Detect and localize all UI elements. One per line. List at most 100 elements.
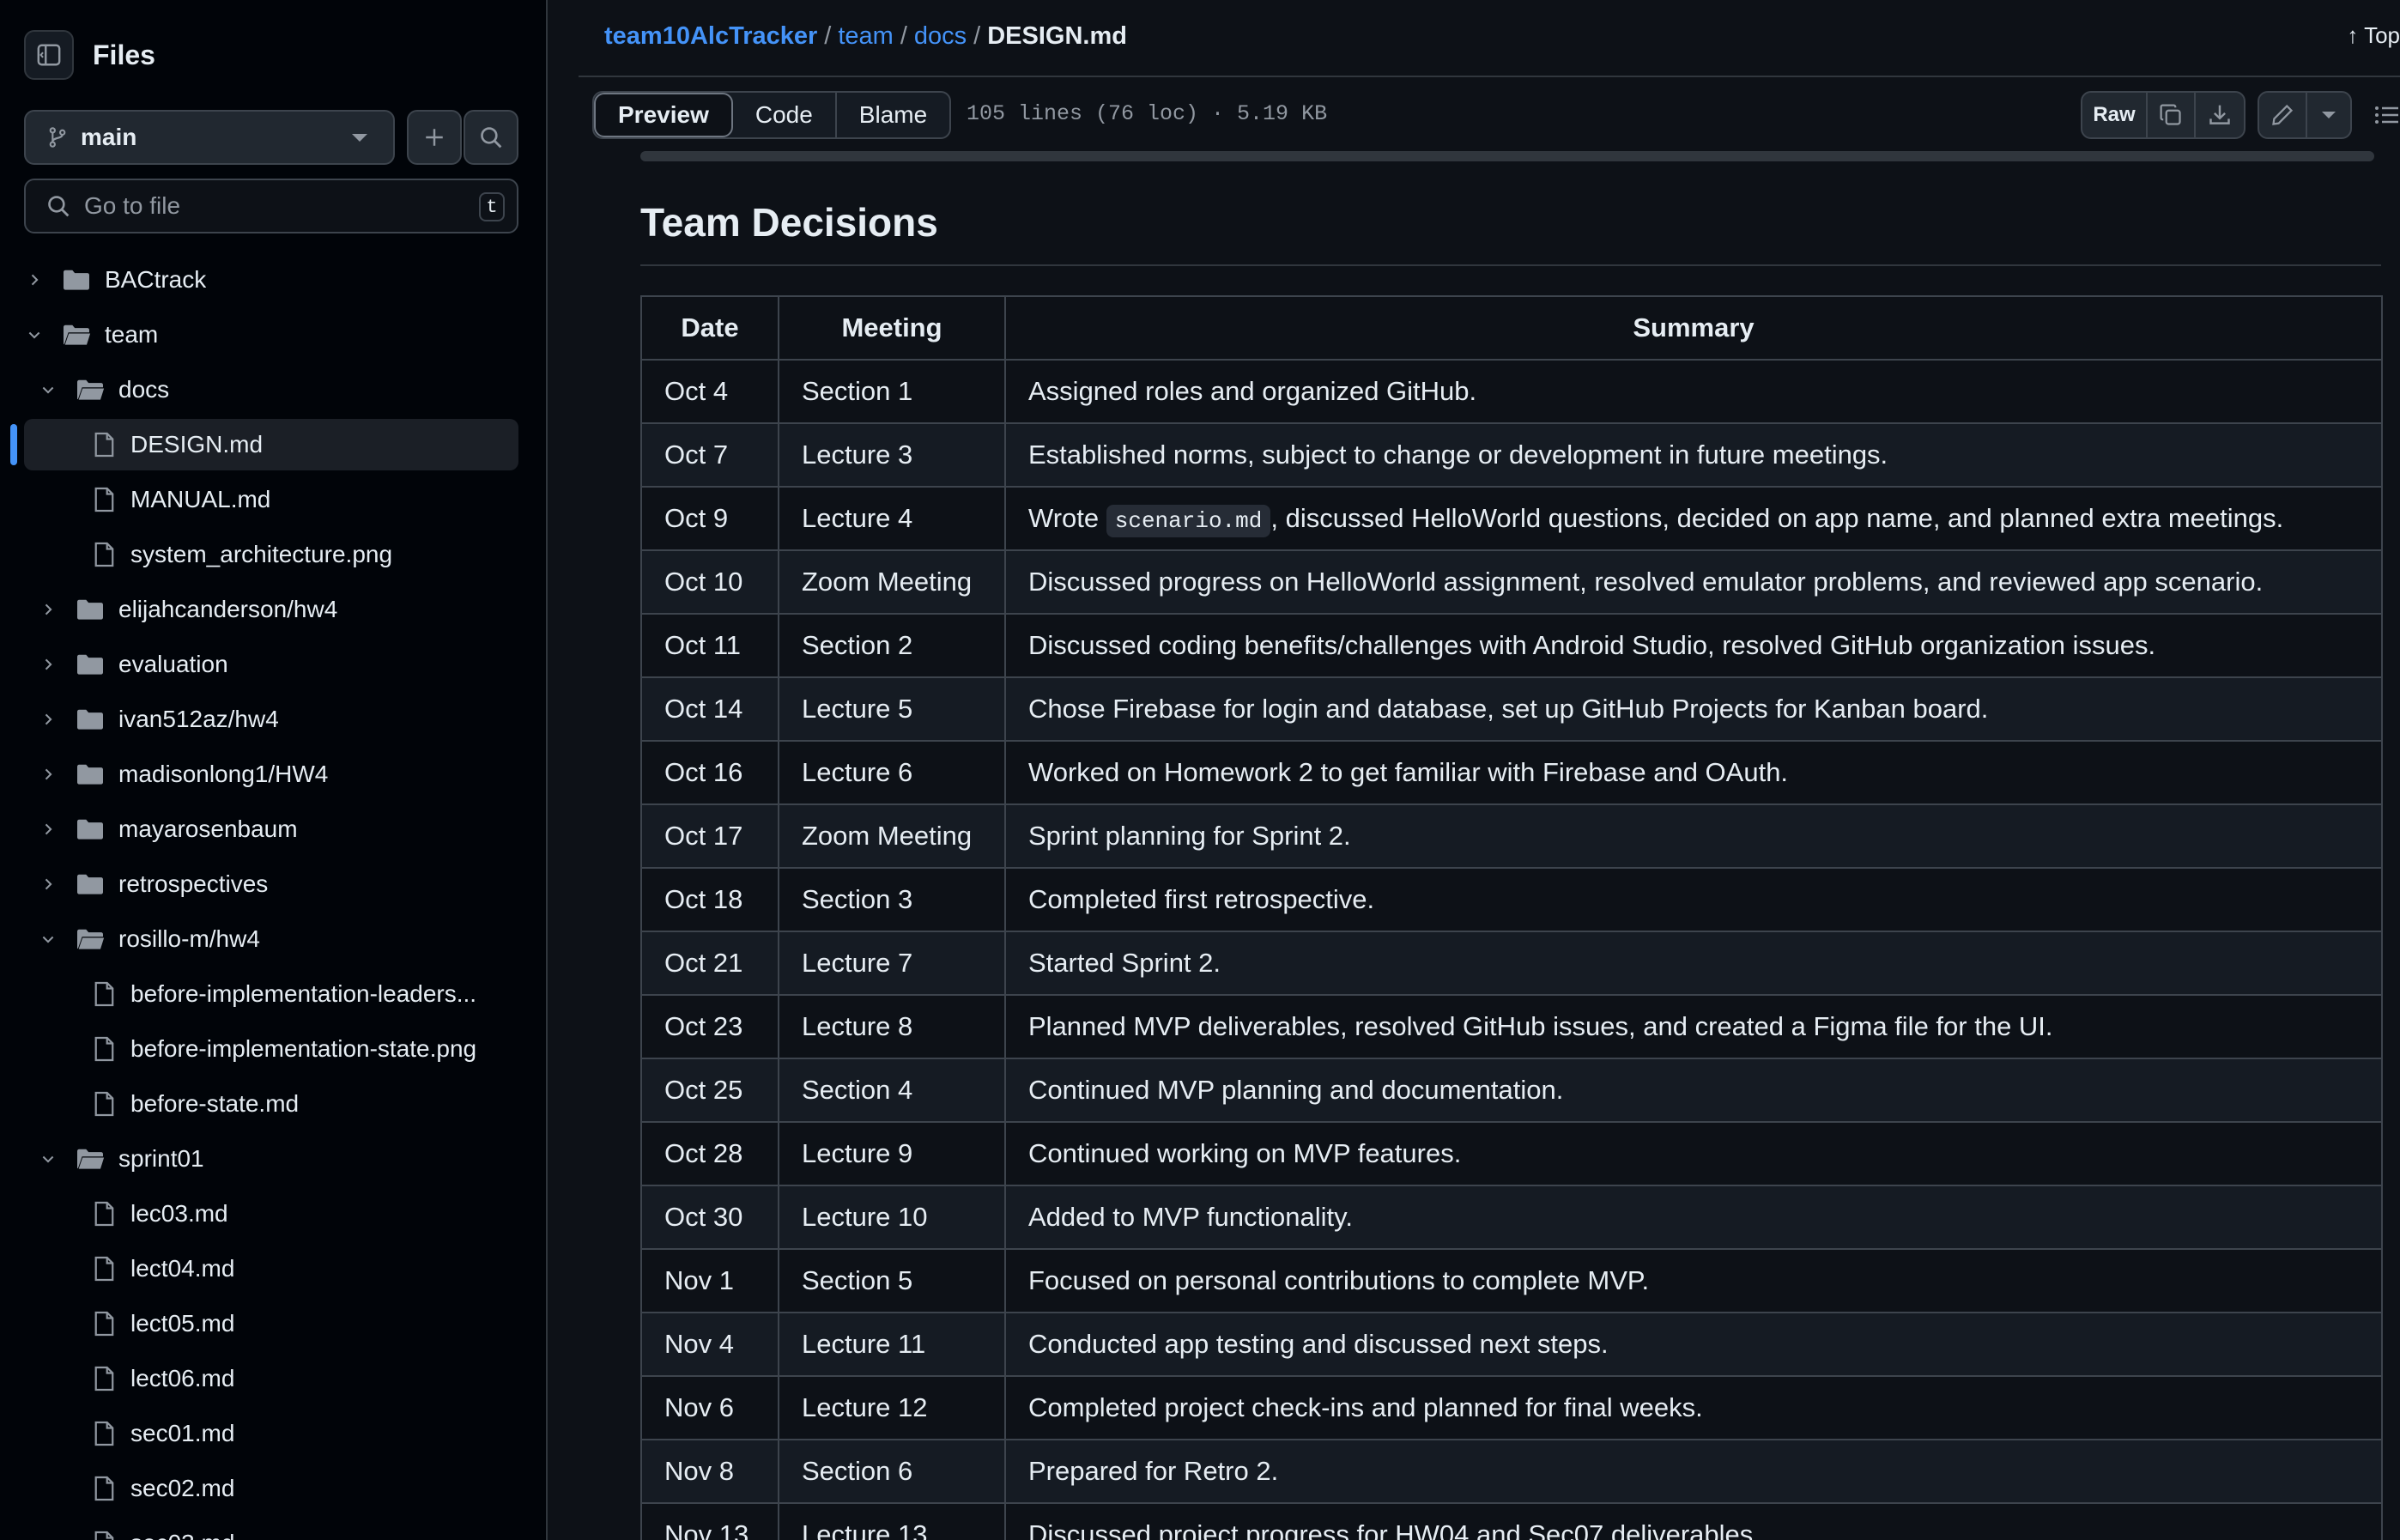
tab-code[interactable]: Code (733, 93, 837, 137)
file-actions-group: Raw (2081, 91, 2245, 139)
tree-file[interactable]: sec01.md (24, 1408, 518, 1459)
tree-item-label: team (105, 321, 159, 348)
header-divider (579, 76, 2400, 77)
tree-file[interactable]: before-state.md (24, 1078, 518, 1130)
tree-folder[interactable]: mayarosenbaum (24, 803, 518, 855)
tree-item-label: before-implementation-leaders... (130, 980, 477, 1007)
tab-preview[interactable]: Preview (594, 93, 733, 137)
outline-button[interactable] (2373, 101, 2400, 129)
tree-file[interactable]: system_architecture.png (24, 529, 518, 580)
cell-meeting: Lecture 12 (778, 1375, 1006, 1440)
tree-item-label: lect05.md (130, 1310, 235, 1337)
raw-button[interactable]: Raw (2082, 93, 2148, 137)
cell-date: Nov 4 (640, 1312, 779, 1377)
cell-summary: Completed first retrospective. (1004, 867, 2383, 932)
tree-folder[interactable]: BACtrack (24, 254, 518, 306)
tree-folder[interactable]: retrospectives (24, 858, 518, 910)
file-meta: 105 lines (76 loc) · 5.19 KB (967, 101, 1328, 126)
view-mode-tabs: Preview Code Blame (592, 91, 952, 139)
cell-date: Oct 7 (640, 422, 779, 488)
edit-options-dropdown[interactable] (2307, 93, 2350, 137)
cell-meeting: Lecture 7 (778, 931, 1006, 996)
sidebar-header: Files (24, 29, 155, 81)
horizontal-scrollbar[interactable] (640, 151, 2374, 161)
chevron-right-icon[interactable] (38, 819, 58, 840)
chevron-right-icon[interactable] (38, 874, 58, 894)
table-row: Oct 7 Lecture 3 Established norms, subject… (640, 422, 2383, 488)
chevron-down-icon[interactable] (38, 1149, 58, 1169)
heading-divider (640, 264, 2381, 266)
tree-file[interactable]: lect05.md (24, 1298, 518, 1349)
edit-file-button[interactable] (2259, 93, 2307, 137)
breadcrumb-docs-link[interactable]: docs (914, 22, 967, 50)
tree-folder[interactable]: team (24, 309, 518, 361)
breadcrumb-repo-link[interactable]: team10AlcTracker (604, 22, 817, 50)
file-tree-sidebar: Files main t BACtrack team docs DESIGN.md MA… (0, 0, 548, 1540)
table-row: Oct 23 Lecture 8 Planned MVP deliverables,… (640, 994, 2383, 1059)
chevron-right-icon[interactable] (24, 270, 45, 290)
file-icon (93, 542, 115, 567)
cell-summary: Assigned roles and organized GitHub. (1004, 359, 2383, 424)
tree-folder[interactable]: rosillo-m/hw4 (24, 913, 518, 965)
cell-summary: Added to MVP functionality. (1004, 1185, 2383, 1250)
chevron-down-icon[interactable] (24, 324, 45, 345)
table-row: Oct 14 Lecture 5 Chose Firebase for login … (640, 676, 2383, 742)
table-row: Oct 17 Zoom Meeting Sprint planning for Sp… (640, 803, 2383, 869)
breadcrumb-team-link[interactable]: team (838, 22, 893, 50)
chevron-down-icon[interactable] (38, 929, 58, 949)
tree-file[interactable]: lec03.md (24, 1188, 518, 1240)
go-to-file-input[interactable] (84, 192, 462, 220)
cell-meeting: Section 2 (778, 613, 1006, 678)
collapse-sidebar-button[interactable] (24, 30, 74, 80)
tree-item-label: before-implementation-state.png (130, 1035, 477, 1062)
add-file-button[interactable] (407, 110, 462, 165)
column-header-meeting: Meeting (778, 295, 1006, 361)
tree-folder[interactable]: ivan512az/hw4 (24, 694, 518, 745)
tab-blame[interactable]: Blame (837, 93, 949, 137)
tree-item-label: MANUAL.md (130, 486, 271, 512)
cell-summary: Worked on Homework 2 to get familiar wit… (1004, 740, 2383, 805)
chevron-right-icon[interactable] (38, 764, 58, 785)
tree-file[interactable]: sec03.md (24, 1518, 518, 1540)
chevron-right-icon[interactable] (38, 654, 58, 675)
cell-date: Oct 18 (640, 867, 779, 932)
tree-folder[interactable]: evaluation (24, 639, 518, 690)
tree-file[interactable]: lect04.md (24, 1243, 518, 1294)
cell-summary: Wrote scenario.md, discussed HelloWorld … (1004, 486, 2383, 551)
tree-folder[interactable]: elijahcanderson/hw4 (24, 584, 518, 635)
folder-open-icon (76, 1146, 105, 1172)
tree-item-label: rosillo-m/hw4 (118, 925, 260, 952)
copy-raw-button[interactable] (2148, 93, 2196, 137)
folder-icon (76, 652, 105, 677)
download-button[interactable] (2196, 93, 2244, 137)
cell-meeting: Lecture 5 (778, 676, 1006, 742)
plus-icon (426, 129, 443, 146)
chevron-down-icon[interactable] (38, 379, 58, 400)
tree-item-label: sec01.md (130, 1420, 235, 1446)
table-row: Nov 1 Section 5 Focused on personal contri… (640, 1248, 2383, 1313)
tree-file[interactable]: DESIGN.md (24, 419, 518, 470)
cell-summary: Started Sprint 2. (1004, 931, 2383, 996)
folder-icon (76, 871, 105, 897)
tree-item-label: sec02.md (130, 1475, 235, 1501)
cell-meeting: Section 5 (778, 1248, 1006, 1313)
chevron-right-icon[interactable] (38, 709, 58, 730)
cell-date: Oct 28 (640, 1121, 779, 1186)
tree-folder[interactable]: sprint01 (24, 1133, 518, 1185)
tree-file[interactable]: MANUAL.md (24, 474, 518, 525)
tree-folder[interactable]: docs (24, 364, 518, 415)
column-header-date: Date (640, 295, 779, 361)
tree-file[interactable]: before-implementation-state.png (24, 1023, 518, 1075)
table-row: Nov 8 Section 6 Prepared for Retro 2. (640, 1439, 2383, 1504)
tree-file[interactable]: before-implementation-leaders... (24, 968, 518, 1020)
back-to-top-link[interactable]: ↑ Top (2347, 22, 2400, 49)
tree-file[interactable]: lect06.md (24, 1353, 518, 1404)
cell-date: Oct 9 (640, 486, 779, 551)
cell-date: Oct 30 (640, 1185, 779, 1250)
go-to-file-field[interactable]: t (24, 179, 518, 233)
tree-folder[interactable]: madisonlong1/HW4 (24, 749, 518, 800)
tree-file[interactable]: sec02.md (24, 1463, 518, 1514)
search-files-button[interactable] (464, 110, 518, 165)
branch-selector[interactable]: main (24, 110, 395, 165)
chevron-right-icon[interactable] (38, 599, 58, 620)
